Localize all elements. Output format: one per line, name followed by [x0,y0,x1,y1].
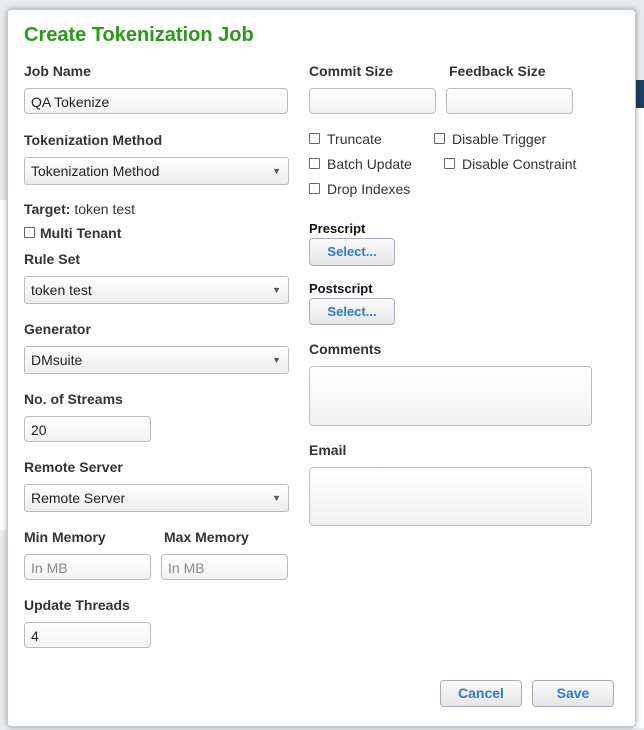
remote-server-value: Remote Server [31,490,126,506]
drop-indexes-checkbox[interactable] [309,183,320,194]
truncate-label: Truncate [327,131,382,147]
commit-size-label: Commit Size [309,63,394,79]
max-memory-label: Max Memory [164,529,249,545]
disable-trigger-label: Disable Trigger [452,131,547,147]
create-tokenization-job-dialog: Create Tokenization Job Job Name QA Toke… [7,9,636,727]
rule-set-select[interactable]: token test ▼ [24,276,289,304]
rule-set-value: token test [31,282,92,298]
comments-label: Comments [309,341,382,357]
batch-update-label: Batch Update [327,156,412,172]
generator-label: Generator [24,321,91,337]
target-value: token test [74,201,136,217]
tokenization-method-select[interactable]: Tokenization Method ▼ [24,157,289,185]
dialog-title: Create Tokenization Job [24,24,254,46]
comments-textarea[interactable] [309,366,592,426]
multi-tenant-label: Multi Tenant [40,225,122,241]
generator-value: DMsuite [31,352,83,368]
multi-tenant-checkbox[interactable] [24,227,35,238]
tokenization-method-label: Tokenization Method [24,132,163,148]
max-memory-input[interactable]: In MB [161,554,288,580]
target-info: Target: token test [24,201,135,217]
prescript-select-button[interactable]: Select... [309,238,395,266]
prescript-label: Prescript [309,221,366,236]
email-label: Email [309,442,347,458]
job-name-input[interactable]: QA Tokenize [24,88,288,114]
streams-input[interactable]: 20 [24,416,151,442]
save-button[interactable]: Save [532,680,614,707]
min-memory-input[interactable]: In MB [24,554,151,580]
chevron-down-icon: ▼ [272,493,281,503]
target-label: Target: [24,201,71,217]
feedback-size-input[interactable] [446,88,573,114]
cancel-button[interactable]: Cancel [440,680,522,707]
disable-constraint-label: Disable Constraint [462,156,577,172]
rule-set-label: Rule Set [24,251,81,267]
truncate-checkbox[interactable] [309,133,320,144]
postscript-select-button[interactable]: Select... [309,298,395,325]
chevron-down-icon: ▼ [272,166,281,176]
chevron-down-icon: ▼ [272,285,281,295]
update-threads-input[interactable]: 4 [24,622,151,648]
remote-server-select[interactable]: Remote Server ▼ [24,484,289,512]
remote-server-label: Remote Server [24,459,123,475]
streams-label: No. of Streams [24,391,123,407]
disable-constraint-checkbox[interactable] [444,158,455,169]
generator-select[interactable]: DMsuite ▼ [24,346,289,374]
disable-trigger-checkbox[interactable] [434,133,445,144]
commit-size-input[interactable] [309,88,436,114]
feedback-size-label: Feedback Size [449,63,546,79]
min-memory-label: Min Memory [24,529,106,545]
postscript-label: Postscript [309,281,373,296]
batch-update-checkbox[interactable] [309,158,320,169]
background-page-left [0,200,7,530]
drop-indexes-label: Drop Indexes [327,181,411,197]
update-threads-label: Update Threads [24,597,130,613]
job-name-label: Job Name [24,63,91,79]
tokenization-method-value: Tokenization Method [31,163,160,179]
email-textarea[interactable] [309,467,592,526]
chevron-down-icon: ▼ [272,355,281,365]
